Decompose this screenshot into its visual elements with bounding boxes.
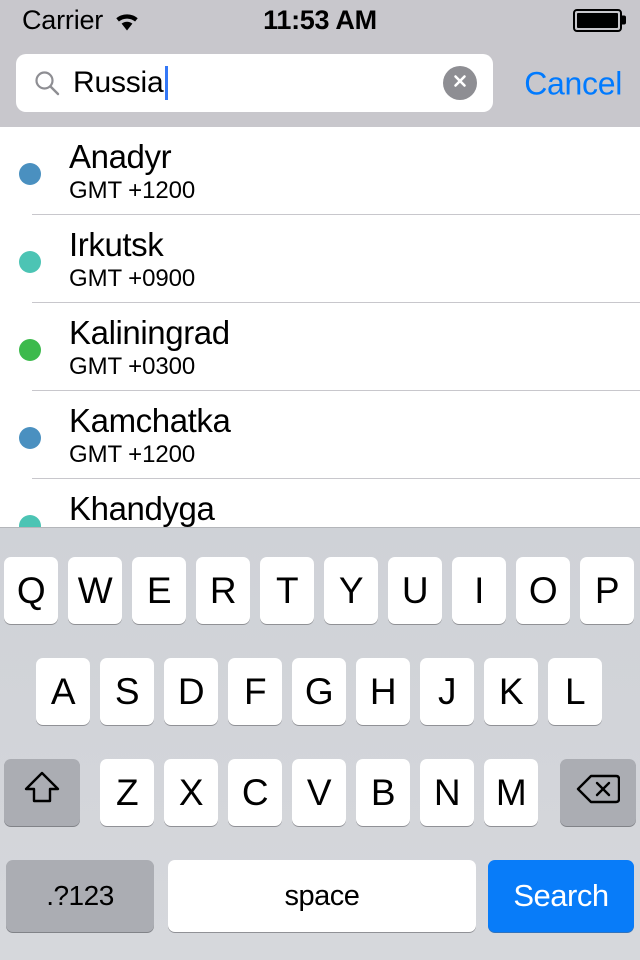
search-input-value: Russia — [73, 66, 164, 99]
battery-full-icon — [573, 8, 626, 32]
table-row[interactable]: Kamchatka GMT +1200 — [0, 391, 640, 479]
key-d[interactable]: D — [164, 658, 218, 725]
key-j[interactable]: J — [420, 658, 474, 725]
shift-arrow-icon — [22, 769, 62, 816]
key-i[interactable]: I — [452, 557, 506, 624]
key-h[interactable]: H — [356, 658, 410, 725]
key-c[interactable]: C — [228, 759, 282, 826]
status-bar-time: 11:53 AM — [263, 4, 377, 35]
key-b[interactable]: B — [356, 759, 410, 826]
numbers-mode-key[interactable]: .?123 — [6, 860, 154, 932]
timezone-name: Kamchatka — [69, 402, 231, 439]
key-n[interactable]: N — [420, 759, 474, 826]
table-row[interactable]: Khandyga — [0, 479, 640, 527]
key-u[interactable]: U — [388, 557, 442, 624]
search-return-key[interactable]: Search — [488, 860, 634, 932]
search-results-list[interactable]: Anadyr GMT +1200 Irkutsk GMT +0900 Kalin… — [0, 127, 640, 527]
key-r[interactable]: R — [196, 557, 250, 624]
timezone-offset: GMT +1200 — [69, 177, 196, 204]
table-row[interactable]: Kaliningrad GMT +0300 — [0, 303, 640, 391]
clear-search-button[interactable] — [443, 66, 477, 100]
status-bar: Carrier 11:53 AM — [0, 0, 640, 40]
key-p[interactable]: P — [580, 557, 634, 624]
phone-screen: Carrier 11:53 AM Russia Cancel Anadyr GM… — [0, 0, 640, 960]
key-t[interactable]: T — [260, 557, 314, 624]
cancel-button[interactable]: Cancel — [524, 65, 622, 102]
key-x[interactable]: X — [164, 759, 218, 826]
key-w[interactable]: W — [68, 557, 122, 624]
text-caret — [164, 66, 168, 100]
search-icon — [34, 70, 60, 96]
timezone-color-dot — [19, 251, 41, 273]
search-input-value-wrap: Russia — [73, 66, 168, 100]
table-row[interactable]: Irkutsk GMT +0900 — [0, 215, 640, 303]
timezone-offset: GMT +0300 — [69, 353, 196, 380]
timezone-color-dot — [19, 339, 41, 361]
timezone-color-dot — [19, 515, 41, 527]
key-o[interactable]: O — [516, 557, 570, 624]
search-input[interactable]: Russia — [16, 54, 493, 112]
key-q[interactable]: Q — [4, 557, 58, 624]
timezone-name: Kaliningrad — [69, 314, 230, 351]
keyboard-row-4: .?123 space Search — [0, 860, 640, 932]
timezone-name: Irkutsk — [69, 226, 164, 263]
key-y[interactable]: Y — [324, 557, 378, 624]
onscreen-keyboard: Q W E R T Y U I O P A S D F G H J K L Z … — [0, 527, 640, 960]
keyboard-row-3: Z X C V B N M — [0, 759, 640, 826]
space-key[interactable]: space — [168, 860, 476, 932]
key-z[interactable]: Z — [100, 759, 154, 826]
key-l[interactable]: L — [548, 658, 602, 725]
key-s[interactable]: S — [100, 658, 154, 725]
key-f[interactable]: F — [228, 658, 282, 725]
key-e[interactable]: E — [132, 557, 186, 624]
status-bar-right — [573, 0, 626, 40]
search-bar: Russia Cancel — [0, 40, 640, 127]
timezone-color-dot — [19, 427, 41, 449]
keyboard-row-1: Q W E R T Y U I O P — [0, 557, 640, 624]
shift-key[interactable] — [4, 759, 80, 826]
backspace-key[interactable] — [560, 759, 636, 826]
timezone-offset: GMT +0900 — [69, 265, 196, 292]
clear-circle-icon — [450, 71, 470, 96]
timezone-name: Anadyr — [69, 138, 172, 175]
backspace-delete-icon — [576, 772, 621, 814]
table-row[interactable]: Anadyr GMT +1200 — [0, 127, 640, 215]
timezone-name: Khandyga — [69, 490, 215, 527]
key-m[interactable]: M — [484, 759, 538, 826]
timezone-offset: GMT +1200 — [69, 441, 196, 468]
key-a[interactable]: A — [36, 658, 90, 725]
keyboard-row-2: A S D F G H J K L — [0, 658, 640, 725]
key-k[interactable]: K — [484, 658, 538, 725]
key-v[interactable]: V — [292, 759, 346, 826]
timezone-color-dot — [19, 163, 41, 185]
key-g[interactable]: G — [292, 658, 346, 725]
